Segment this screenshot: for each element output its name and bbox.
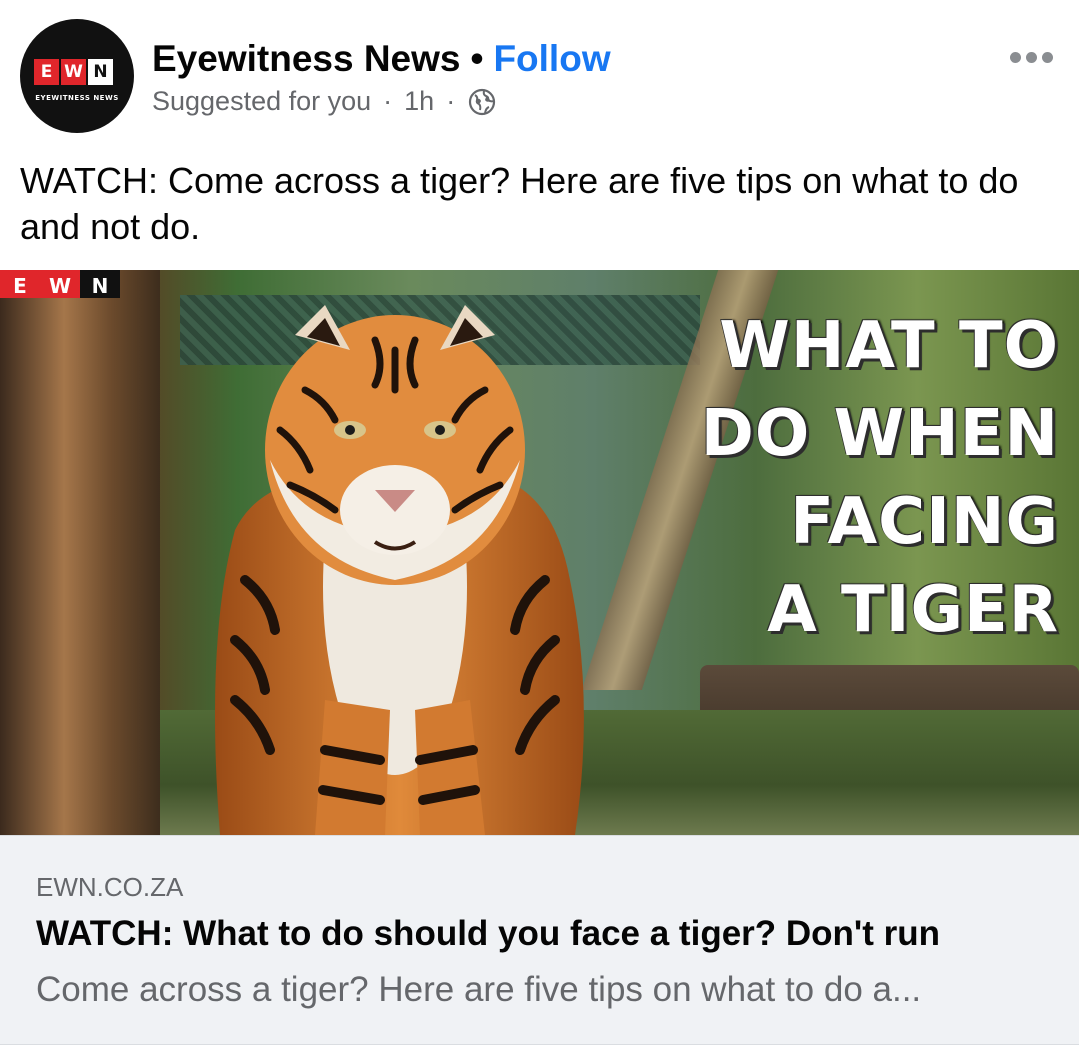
link-title[interactable]: WATCH: What to do should you face a tige… — [36, 914, 940, 954]
suggested-label: Suggested for you — [152, 86, 372, 116]
link-domain: EWN.CO.ZA — [36, 872, 184, 902]
watermark-letter-e: E — [0, 270, 40, 298]
meta-dot: · — [446, 86, 456, 116]
headline-line: FACING — [790, 485, 1059, 559]
more-dot — [1026, 52, 1037, 63]
tiger-illustration — [215, 305, 584, 835]
name-separator: • — [470, 38, 484, 79]
headline-line: A TIGER — [767, 573, 1059, 647]
logo-letter-e: E — [34, 59, 59, 85]
more-dot — [1010, 52, 1021, 63]
more-options-icon[interactable] — [1010, 52, 1053, 63]
logo-letter-w: W — [61, 59, 86, 85]
post-meta: Suggested for you · 1h · — [152, 86, 497, 117]
post-header: E W N EYEWITNESS NEWS Eyewitness News • Fo… — [0, 0, 1079, 140]
globe-icon[interactable] — [467, 87, 497, 117]
headline-line: WHAT TO — [719, 309, 1059, 383]
ewn-logo: E W N — [34, 59, 113, 85]
tree-trunk — [0, 270, 160, 835]
logo-letter-n: N — [88, 59, 113, 85]
logo-caption: EYEWITNESS NEWS — [35, 94, 119, 102]
watermark-letter-w: W — [40, 270, 80, 298]
headline-line: DO WHEN — [700, 397, 1059, 471]
meta-dot: · — [383, 86, 393, 116]
ewn-watermark: E W N — [0, 270, 120, 298]
page-avatar[interactable]: E W N EYEWITNESS NEWS — [20, 19, 134, 133]
watermark-letter-n: N — [80, 270, 120, 298]
image-headline: WHAT TO DO WHEN FACING A TIGER — [701, 302, 1059, 654]
post-text: WATCH: Come across a tiger? Here are fiv… — [20, 160, 1019, 247]
page-name-line: Eyewitness News • Follow — [152, 38, 611, 80]
page-name-link[interactable]: Eyewitness News — [152, 38, 460, 79]
link-description: Come across a tiger? Here are five tips … — [36, 970, 922, 1009]
follow-button[interactable]: Follow — [493, 38, 610, 79]
post-image[interactable]: E W N WHAT TO DO WHEN FACING A TIGER — [0, 270, 1079, 835]
post-time[interactable]: 1h — [404, 86, 434, 117]
link-preview-card[interactable]: EWN.CO.ZA WATCH: What to do should you f… — [0, 835, 1079, 1045]
more-dot — [1042, 52, 1053, 63]
